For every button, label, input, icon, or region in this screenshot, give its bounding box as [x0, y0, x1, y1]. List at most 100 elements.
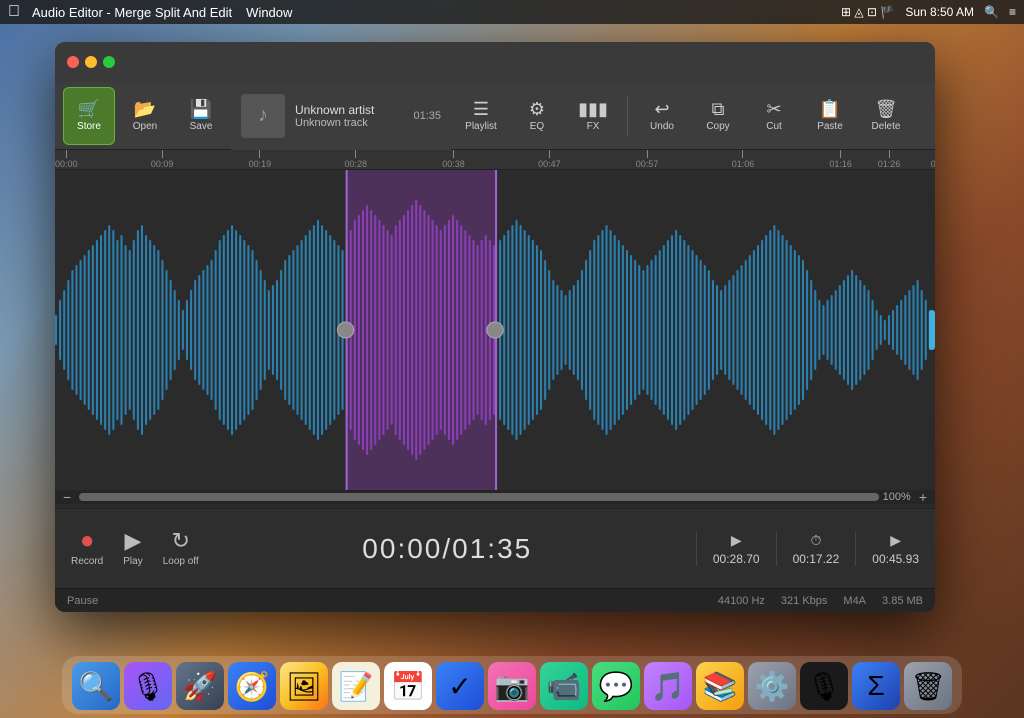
waveform-svg — [55, 170, 935, 490]
close-button[interactable] — [67, 56, 79, 68]
cut-label: Cut — [766, 121, 782, 132]
play-label: Play — [123, 556, 142, 567]
copy-label: Copy — [706, 121, 729, 132]
copy-button[interactable]: ⧉ Copy — [692, 87, 744, 145]
minimize-button[interactable] — [85, 56, 97, 68]
ruler-mark-7: 01:06 — [732, 150, 755, 169]
marker-2: ⏱ 00:17.22 — [776, 532, 840, 566]
dock-notes[interactable]: 📝 — [332, 662, 380, 710]
eq-button[interactable]: ⚙ EQ — [511, 87, 563, 145]
ruler-mark-5: 00:47 — [538, 150, 561, 169]
toolbar-divider-1 — [627, 96, 628, 136]
ruler-mark-4: 00:38 — [442, 150, 465, 169]
menubar-menu-icon[interactable]: ≡ — [1009, 5, 1016, 19]
delete-label: Delete — [872, 121, 901, 132]
delete-icon: 🗑 — [875, 100, 898, 118]
dock-facetime[interactable]: 📹 — [540, 662, 588, 710]
file-size: 3.85 MB — [882, 595, 923, 607]
timeline-ruler: 00:00 00:09 00:19 00:28 00:38 00:47 — [55, 150, 935, 170]
marker-3-value: 00:45.93 — [872, 552, 919, 566]
delete-button[interactable]: 🗑 Delete — [860, 87, 912, 145]
loop-label: Loop off — [163, 556, 199, 567]
scroll-thumb[interactable] — [79, 493, 878, 501]
menubar-window[interactable]: Window — [246, 5, 292, 20]
toolbar: 🛒 Store 📂 Open 💾 Save ♪ Unknown artist U… — [55, 82, 935, 150]
cut-button[interactable]: ✂ Cut — [748, 87, 800, 145]
open-label: Open — [133, 121, 157, 132]
open-icon: 📂 — [134, 100, 156, 118]
dock-music[interactable]: 🎵 — [644, 662, 692, 710]
zoom-plus-button[interactable]: + — [915, 489, 931, 505]
main-window: 🛒 Store 📂 Open 💾 Save ♪ Unknown artist U… — [55, 42, 935, 612]
audio-info: 44100 Hz 321 Kbps M4A 3.85 MB — [718, 595, 923, 607]
menubar-search-icon[interactable]: 🔍 — [984, 5, 999, 19]
track-thumb-icon: ♪ — [258, 104, 268, 127]
dock-photos-lib[interactable]: 📷 — [488, 662, 536, 710]
marker-2-icon: ⏱ — [810, 532, 821, 549]
playlist-icon: ☰ — [473, 100, 489, 118]
marker-3-icon: ▶ — [890, 532, 901, 549]
ruler-marks: 00:00 00:09 00:19 00:28 00:38 00:47 — [55, 150, 935, 169]
dock-messages[interactable]: 💬 — [592, 662, 640, 710]
track-artist: Unknown artist — [295, 103, 403, 117]
zoom-level: 100% — [883, 491, 911, 503]
track-text: Unknown artist Unknown track — [295, 103, 403, 129]
open-button[interactable]: 📂 Open — [119, 87, 171, 145]
play-button[interactable]: ▶ Play — [123, 530, 142, 567]
ruler-mark-2: 00:19 — [249, 150, 272, 169]
scroll-track[interactable] — [79, 493, 878, 501]
loop-icon: ↻ — [171, 530, 189, 552]
marker-1-value: 00:28.70 — [713, 552, 760, 566]
dock-sigma[interactable]: Σ — [852, 662, 900, 710]
save-label: Save — [190, 121, 213, 132]
pause-label: Pause — [67, 595, 98, 607]
dock-safari[interactable]: 🧭 — [228, 662, 276, 710]
dock-siri[interactable]: 🎙 — [124, 662, 172, 710]
dock-system-prefs[interactable]: ⚙️ — [748, 662, 796, 710]
zoom-minus-button[interactable]: − — [59, 489, 75, 505]
waveform-area[interactable] — [55, 170, 935, 490]
dock-books[interactable]: 📚 — [696, 662, 744, 710]
dock-photos-app[interactable]: 🖼 — [280, 662, 328, 710]
menubar:  Audio Editor - Merge Split And Edit Wi… — [0, 0, 1024, 24]
scrollbar-area[interactable]: − 100% + — [55, 490, 935, 504]
status-bar: Pause 44100 Hz 321 Kbps M4A 3.85 MB — [55, 588, 935, 612]
dock-calendar[interactable]: 📅 — [384, 662, 432, 710]
cut-icon: ✂ — [766, 100, 781, 118]
fx-icon: ▮▮▮ — [578, 100, 608, 118]
ruler-mark-10: 01:35 — [931, 150, 935, 169]
waveform-wrapper[interactable]: − 100% + — [55, 170, 935, 508]
track-duration: 01:35 — [413, 110, 441, 122]
record-label: Record — [71, 556, 103, 567]
paste-button[interactable]: 📋 Paste — [804, 87, 856, 145]
undo-button[interactable]: ↩ Undo — [636, 87, 688, 145]
ruler-mark-1: 00:09 — [151, 150, 174, 169]
bitrate: 321 Kbps — [781, 595, 827, 607]
store-button[interactable]: 🛒 Store — [63, 87, 115, 145]
menubar-time: Sun 8:50 AM — [905, 5, 974, 19]
maximize-button[interactable] — [103, 56, 115, 68]
marker-2-value: 00:17.22 — [793, 552, 840, 566]
format: M4A — [843, 595, 866, 607]
track-name: Unknown track — [295, 117, 403, 129]
store-label: Store — [77, 121, 101, 132]
dock-audio-editor[interactable]: 🎙 — [800, 662, 848, 710]
playlist-button[interactable]: ☰ Playlist — [455, 87, 507, 145]
dock-launchpad[interactable]: 🚀 — [176, 662, 224, 710]
dock-finder[interactable]: 🔍 — [72, 662, 120, 710]
save-icon: 💾 — [190, 100, 212, 118]
apple-menu[interactable]:  — [8, 3, 20, 21]
paste-label: Paste — [817, 121, 843, 132]
fx-button[interactable]: ▮▮▮ FX — [567, 87, 619, 145]
ruler-mark-8: 01:16 — [829, 150, 852, 169]
loop-button[interactable]: ↻ Loop off — [163, 530, 199, 567]
controls-bar: ⏺ Record ▶ Play ↻ Loop off 00:00/01:35 ▶… — [55, 508, 935, 588]
dock-trash[interactable]: 🗑 — [904, 662, 952, 710]
ruler-mark-3: 00:28 — [345, 150, 368, 169]
ruler-mark-6: 00:57 — [636, 150, 659, 169]
record-button[interactable]: ⏺ Record — [71, 530, 103, 567]
menubar-app-name[interactable]: Audio Editor - Merge Split And Edit — [32, 5, 232, 20]
save-button[interactable]: 💾 Save — [175, 87, 227, 145]
undo-icon: ↩ — [654, 100, 669, 118]
dock-reminders[interactable]: ✓ — [436, 662, 484, 710]
